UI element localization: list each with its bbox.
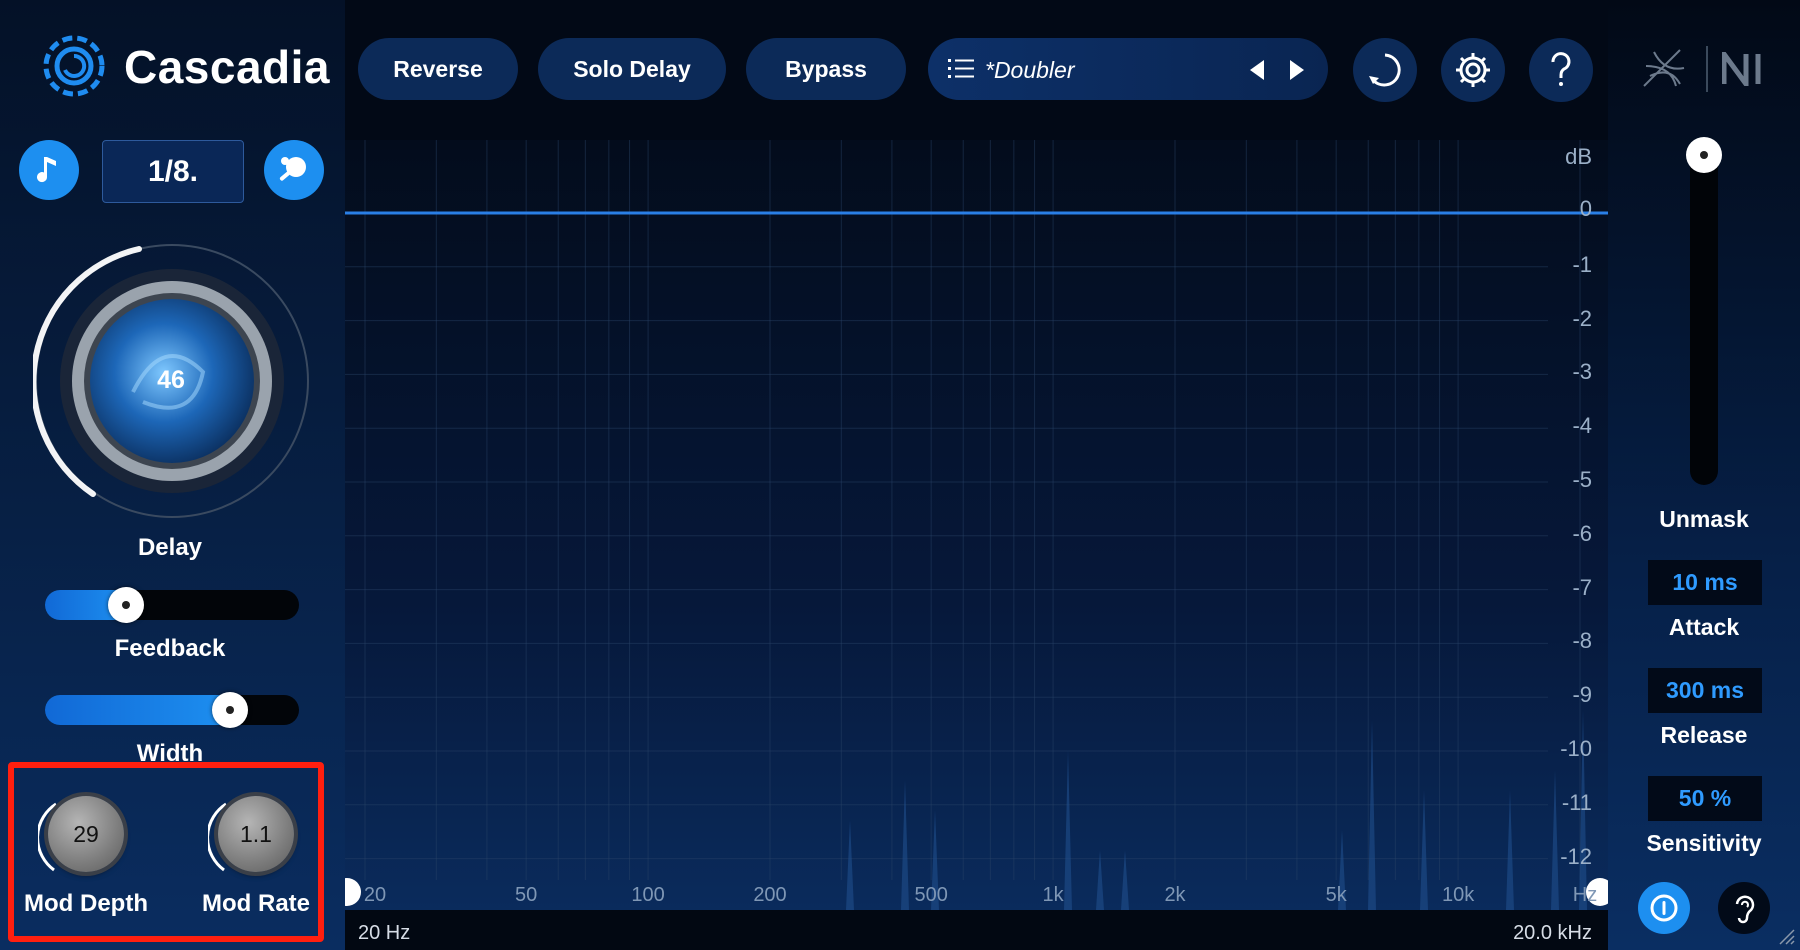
- help-icon: [1551, 52, 1571, 86]
- hz-tick-label: Hz: [1572, 884, 1598, 906]
- spectrum-peak: [1420, 790, 1428, 910]
- unmask-slider-thumb[interactable]: [1686, 137, 1722, 173]
- gear-icon: [1456, 53, 1490, 87]
- db-tick-label: -11: [1561, 789, 1592, 815]
- mod-depth-label: Mod Depth: [24, 890, 148, 917]
- mod-depth-knob[interactable]: 29: [48, 796, 124, 872]
- db-tick-label: -9: [1572, 682, 1592, 708]
- settings-button[interactable]: [1441, 38, 1505, 102]
- help-button[interactable]: [1529, 38, 1593, 102]
- top-toolbar: Reverse Solo Delay Bypass *Doubler: [345, 0, 1608, 140]
- attack-label: Attack: [1668, 614, 1740, 640]
- max-frequency: 20.0 kHz: [1513, 922, 1592, 944]
- ear-icon: [1735, 895, 1755, 924]
- history-loop-icon: [1369, 53, 1401, 87]
- previous-preset-icon[interactable]: [1246, 58, 1268, 82]
- db-tick-label: -4: [1572, 413, 1592, 439]
- hz-tick-label: 2k: [1164, 884, 1186, 906]
- resize-handle-icon[interactable]: [1778, 928, 1796, 946]
- unmask-slider[interactable]: [1690, 140, 1718, 485]
- feedback-label: Feedback: [114, 635, 226, 662]
- hz-tick-label: 100: [631, 884, 665, 906]
- spectrum-graph: [345, 140, 1608, 910]
- spectrum-peak: [1551, 770, 1559, 910]
- attack-value[interactable]: 10 ms: [1648, 560, 1762, 605]
- db-tick-label: -2: [1572, 305, 1592, 331]
- cascadia-logo-icon: [43, 35, 105, 97]
- mod-rate-knob[interactable]: 1.1: [218, 796, 294, 872]
- min-frequency: 20 Hz: [358, 922, 411, 944]
- spectrum-peak: [1368, 720, 1376, 910]
- db-unit-label: dB: [1565, 144, 1592, 169]
- spectrum-peak: [846, 820, 854, 910]
- width-slider-thumb[interactable]: [212, 692, 249, 728]
- low-range-handle[interactable]: [345, 878, 361, 906]
- sensitivity-label: Sensitivity: [1646, 830, 1762, 856]
- reverse-button[interactable]: Reverse: [358, 38, 518, 100]
- db-tick-label: -12: [1560, 843, 1592, 869]
- spectrum-display[interactable]: dB 0 -1 -2 -3 -4 -5 -6 -7 -8 -9 -10 -11 -12 20 50 100 2…: [345, 140, 1608, 910]
- width-slider-fill: [45, 695, 231, 725]
- release-label: Release: [1660, 722, 1748, 748]
- db-tick-label: -3: [1572, 359, 1592, 385]
- ozone-logo-icon[interactable]: [1640, 46, 1692, 92]
- ping-pong-button[interactable]: [264, 140, 324, 200]
- hz-tick-label: 200: [753, 884, 787, 906]
- unmask-label: Unmask: [1659, 506, 1749, 532]
- delay-sync-value[interactable]: 1/8.: [102, 140, 244, 203]
- solo-delay-button[interactable]: Solo Delay: [538, 38, 726, 100]
- listen-toggle-button[interactable]: [1638, 882, 1690, 934]
- ear-listen-button[interactable]: [1718, 882, 1770, 934]
- frequency-status-bar: 20 Hz 20.0 kHz: [345, 910, 1608, 950]
- history-button[interactable]: [1353, 38, 1417, 102]
- power-toggle-icon: [1650, 894, 1678, 922]
- delay-knob-value: 46: [157, 366, 185, 394]
- db-tick-label: -7: [1572, 574, 1592, 600]
- music-note-icon: [37, 157, 56, 183]
- preset-list-icon[interactable]: [948, 58, 974, 80]
- right-panel: Unmask 10 ms Attack 300 ms Release 50 % …: [1608, 0, 1800, 950]
- logo-divider: [1706, 46, 1708, 92]
- delay-label: Delay: [137, 534, 203, 561]
- mod-rate-label: Mod Rate: [202, 890, 310, 917]
- hz-tick-label: 50: [515, 884, 538, 906]
- tempo-sync-button[interactable]: [19, 140, 79, 200]
- ping-pong-icon: [279, 157, 306, 181]
- app-title: Cascadia: [124, 41, 331, 93]
- next-preset-icon[interactable]: [1286, 58, 1308, 82]
- preset-name[interactable]: *Doubler: [985, 57, 1075, 84]
- db-tick-label: -10: [1560, 736, 1592, 761]
- width-slider[interactable]: [45, 692, 299, 728]
- feedback-slider-thumb[interactable]: [108, 587, 145, 623]
- db-tick-label: 0: [1579, 196, 1592, 221]
- bypass-button[interactable]: Bypass: [746, 38, 906, 100]
- spectrum-peak: [1506, 790, 1514, 910]
- preset-bar: *Doubler: [928, 38, 1328, 100]
- sensitivity-value[interactable]: 50 %: [1648, 776, 1762, 821]
- hz-tick-label: 1k: [1042, 884, 1064, 906]
- hz-tick-label: 20: [363, 884, 387, 906]
- hz-tick-label: 500: [914, 884, 948, 906]
- hz-tick-label: 10k: [1441, 884, 1475, 906]
- hz-tick-label: 5k: [1325, 884, 1347, 906]
- db-tick-label: -8: [1572, 628, 1592, 654]
- db-tick-label: -6: [1572, 520, 1592, 546]
- spectrum-peak: [901, 780, 909, 910]
- spectrum-peak: [1064, 750, 1072, 910]
- db-tick-label: -5: [1572, 467, 1592, 492]
- ni-logo-icon[interactable]: [1722, 52, 1774, 86]
- feedback-slider[interactable]: [45, 587, 299, 623]
- left-panel: Cascadia 1/8. 46 Delay Feedback Width 29…: [0, 0, 345, 950]
- db-tick-label: -1: [1572, 251, 1592, 277]
- release-value[interactable]: 300 ms: [1648, 668, 1762, 713]
